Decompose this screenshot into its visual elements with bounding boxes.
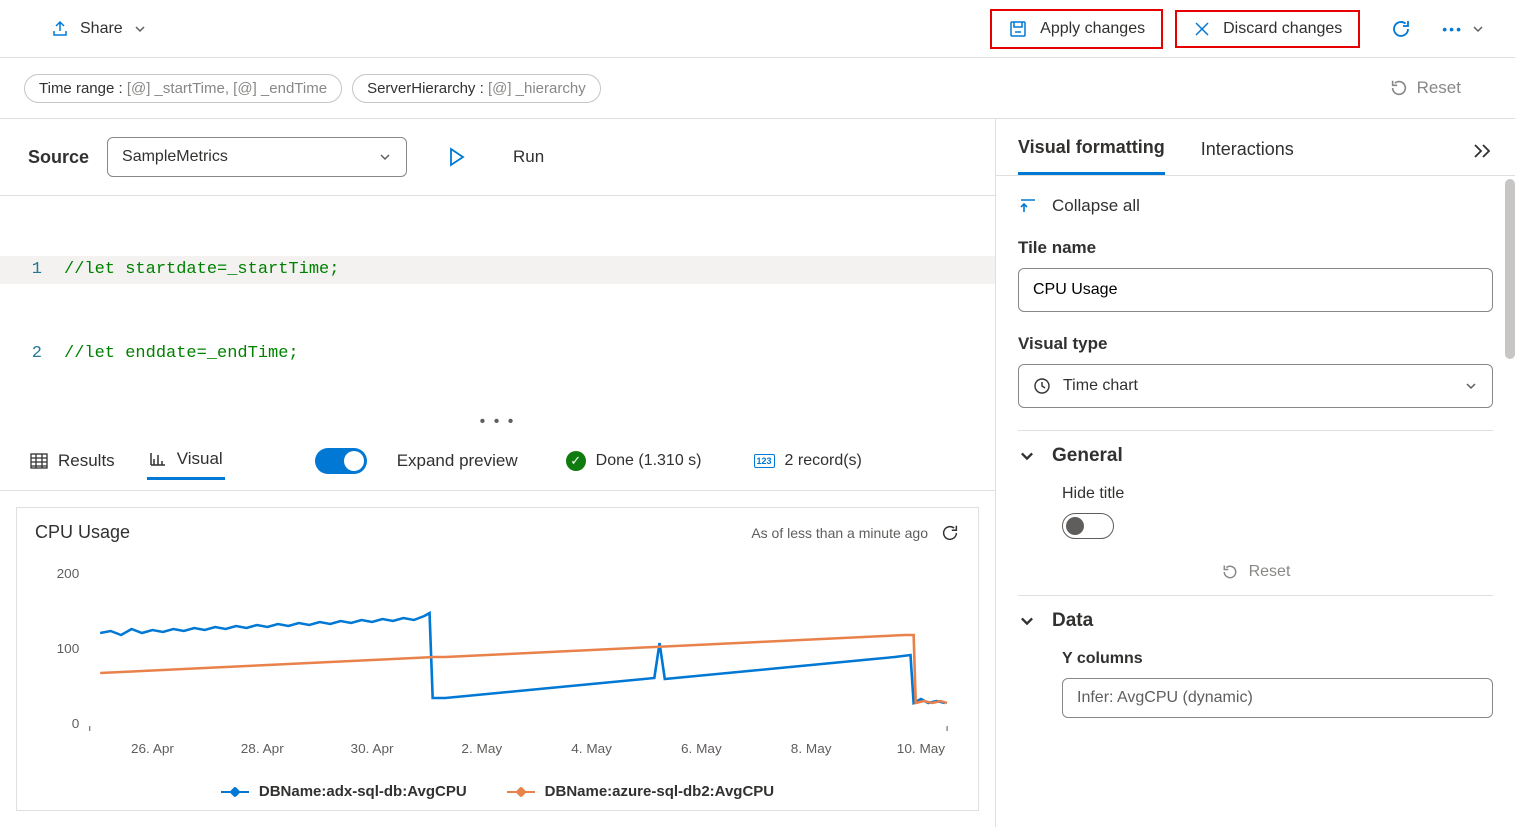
discard-label: Discard changes [1223, 20, 1342, 38]
source-value: SampleMetrics [122, 148, 228, 166]
pill-value: [@] _hierarchy [488, 80, 586, 97]
general-title: General [1052, 445, 1123, 467]
run-label: Run [513, 147, 544, 167]
apply-changes-button[interactable]: Apply changes [990, 9, 1163, 49]
refresh-icon [940, 523, 960, 543]
data-title: Data [1052, 610, 1093, 632]
chart-asof: As of less than a minute ago [751, 525, 928, 541]
pill-value: [@] _startTime, [@] _endTime [127, 80, 327, 97]
query-status: ✓ Done (1.310 s) [566, 451, 702, 471]
chart-legend: DBName:adx-sql-db:AvgCPU DBName:azure-sq… [27, 773, 968, 800]
expand-preview-toggle[interactable] [315, 448, 367, 474]
chart-refresh-button[interactable] [940, 523, 960, 543]
collapse-label: Collapse all [1052, 196, 1140, 216]
ycolumns-label: Y columns [1062, 650, 1493, 668]
visual-label: Visual [177, 449, 223, 469]
discard-changes-button[interactable]: Discard changes [1175, 10, 1360, 48]
share-button[interactable]: Share [40, 13, 157, 45]
chart-title: CPU Usage [35, 522, 130, 543]
svg-text:26. Apr: 26. Apr [131, 741, 175, 756]
section-data[interactable]: Data [1018, 595, 1493, 646]
chevron-down-icon [378, 150, 392, 164]
tile-name-label: Tile name [1018, 238, 1493, 258]
visual-type-label: Visual type [1018, 334, 1493, 354]
hide-title-label: Hide title [1062, 485, 1493, 503]
legend-item[interactable]: DBName:azure-sql-db2:AvgCPU [507, 783, 774, 800]
pill-key: ServerHierarchy : [367, 80, 484, 97]
chart-tile: CPU Usage As of less than a minute ago 0… [16, 507, 979, 811]
run-button[interactable]: Run [447, 147, 544, 167]
svg-text:6. May: 6. May [681, 741, 722, 756]
legend-label-b: DBName:azure-sql-db2:AvgCPU [545, 783, 774, 800]
chart-icon [149, 451, 167, 467]
code-editor[interactable]: 1//let startdate=_startTime; 2//let endd… [0, 195, 995, 413]
pane-resize-handle[interactable]: • • • [0, 413, 995, 431]
tile-name-input[interactable] [1018, 268, 1493, 312]
check-icon: ✓ [566, 451, 586, 471]
records-badge-icon: 123 [754, 454, 775, 468]
visual-type-select[interactable]: Time chart [1018, 364, 1493, 408]
reset-icon [1221, 563, 1239, 581]
collapse-icon [1018, 197, 1038, 215]
svg-text:4. May: 4. May [571, 741, 612, 756]
legend-item[interactable]: DBName:adx-sql-db:AvgCPU [221, 783, 467, 800]
reset-icon [1389, 78, 1409, 98]
hide-title-toggle[interactable] [1062, 513, 1114, 539]
chevron-down-icon [1464, 379, 1478, 393]
reset-label: Reset [1417, 78, 1461, 98]
section-reset-button[interactable]: Reset [1062, 563, 1493, 581]
legend-marker-b [507, 791, 535, 793]
svg-text:28. Apr: 28. Apr [241, 741, 285, 756]
reset-label: Reset [1249, 563, 1291, 581]
refresh-icon [1390, 18, 1412, 40]
section-general[interactable]: General [1018, 430, 1493, 481]
tab-visual-formatting[interactable]: Visual formatting [1018, 137, 1165, 175]
share-label: Share [80, 20, 123, 38]
svg-text:100: 100 [57, 641, 80, 656]
expand-pane-button[interactable] [1471, 142, 1493, 170]
records-text: 2 record(s) [785, 452, 862, 470]
svg-text:200: 200 [57, 566, 80, 581]
time-range-pill[interactable]: Time range : [@] _startTime, [@] _endTim… [24, 74, 342, 103]
visual-type-value: Time chart [1063, 377, 1452, 395]
close-icon [1193, 20, 1211, 38]
svg-text:2. May: 2. May [461, 741, 502, 756]
play-icon [447, 147, 465, 167]
svg-text:8. May: 8. May [791, 741, 832, 756]
share-icon [50, 19, 70, 39]
refresh-button[interactable] [1384, 12, 1418, 46]
done-text: Done (1.310 s) [596, 452, 702, 470]
ycolumns-select[interactable]: Infer: AvgCPU (dynamic) [1062, 678, 1493, 718]
table-icon [30, 453, 48, 469]
ellipsis-icon: ••• [1442, 21, 1463, 37]
pill-key: Time range : [39, 80, 123, 97]
double-chevron-right-icon [1471, 142, 1493, 160]
svg-text:0: 0 [72, 716, 80, 731]
legend-marker-a [221, 791, 249, 793]
expand-label: Expand preview [397, 451, 518, 471]
tab-results[interactable]: Results [28, 443, 117, 479]
reset-filters-button[interactable]: Reset [1379, 72, 1471, 104]
source-label: Source [28, 147, 89, 168]
chevron-down-icon [1471, 22, 1485, 36]
chevron-down-icon [1018, 612, 1036, 630]
more-menu-button[interactable]: ••• [1436, 15, 1491, 43]
clock-icon [1033, 377, 1051, 395]
scrollbar[interactable] [1505, 179, 1515, 359]
tab-visual[interactable]: Visual [147, 441, 225, 480]
svg-text:10. May: 10. May [897, 741, 946, 756]
legend-label-a: DBName:adx-sql-db:AvgCPU [259, 783, 467, 800]
source-select[interactable]: SampleMetrics [107, 137, 407, 177]
save-icon [1008, 19, 1028, 39]
results-label: Results [58, 451, 115, 471]
svg-text:30. Apr: 30. Apr [351, 741, 395, 756]
line-chart[interactable]: 0 100 200 26. Apr 28. Apr 30. Apr 2. May… [27, 553, 968, 773]
record-count: 123 2 record(s) [754, 452, 862, 470]
server-hierarchy-pill[interactable]: ServerHierarchy : [@] _hierarchy [352, 74, 601, 103]
chevron-down-icon [133, 22, 147, 36]
collapse-all-button[interactable]: Collapse all [1018, 196, 1493, 216]
apply-label: Apply changes [1040, 20, 1145, 38]
tab-interactions[interactable]: Interactions [1201, 139, 1294, 174]
chevron-down-icon [1018, 447, 1036, 465]
